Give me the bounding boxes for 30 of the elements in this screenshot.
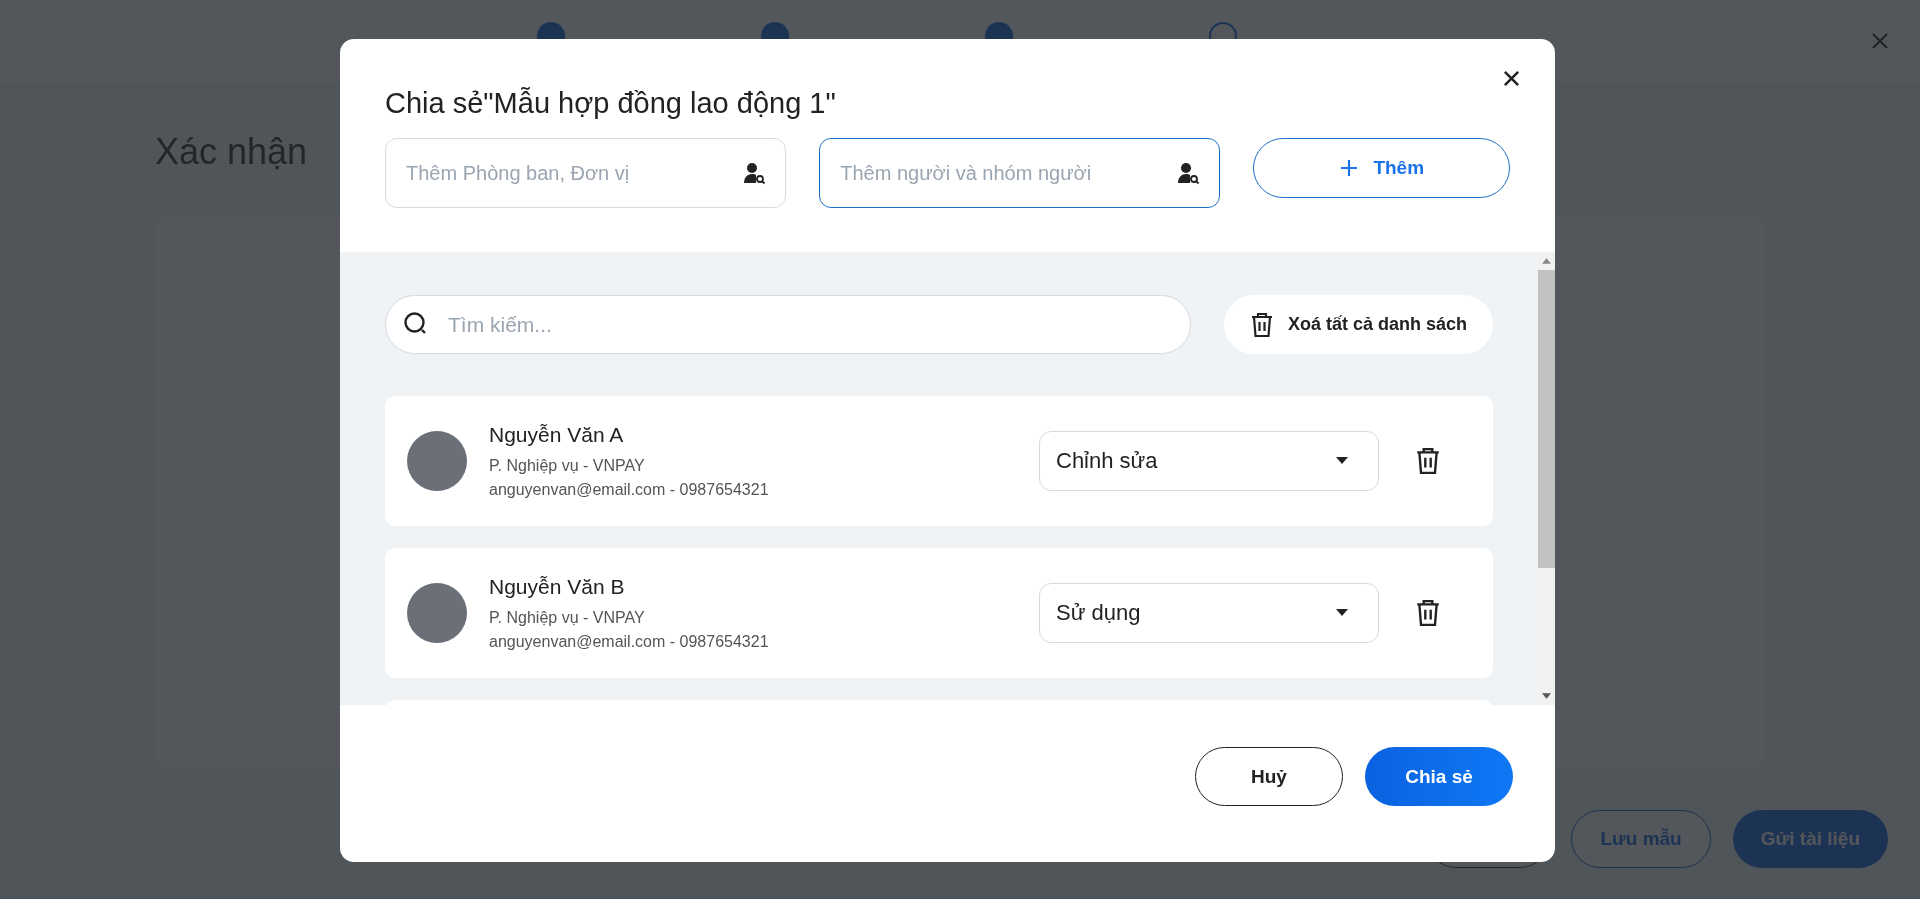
permission-dropdown[interactable]: Chỉnh sửa bbox=[1039, 431, 1379, 491]
member-name: Nguyễn Văn B bbox=[489, 575, 626, 599]
scrollbar[interactable] bbox=[1538, 252, 1555, 705]
member-department: P. Nghiệp vụ - VNPAY bbox=[489, 457, 646, 475]
search-field[interactable]: Tìm kiếm... bbox=[385, 295, 1191, 354]
avatar-photo-placeholder bbox=[407, 431, 467, 491]
user-search-icon bbox=[1176, 161, 1201, 185]
member-contact: anguyenvan@email.com - 0987654321 bbox=[489, 481, 770, 499]
caret-icon bbox=[1336, 609, 1348, 617]
trash-icon[interactable] bbox=[1415, 447, 1441, 475]
scroll-down-icon[interactable] bbox=[1542, 693, 1551, 699]
plus-icon bbox=[1339, 158, 1360, 178]
member-contact: anguyenvan@email.com - 0987654321 bbox=[489, 633, 770, 651]
scroll-up-icon[interactable] bbox=[1542, 258, 1551, 264]
permission-dropdown[interactable]: Sử dụng bbox=[1039, 583, 1379, 643]
member-department: P. Nghiệp vụ - VNPAY bbox=[489, 609, 646, 627]
close-icon[interactable] bbox=[1502, 69, 1521, 88]
cancel-button[interactable]: Huỷ bbox=[1195, 747, 1343, 806]
trash-icon bbox=[1249, 311, 1274, 338]
search-people-field[interactable]: Thêm người và nhóm người bbox=[819, 138, 1221, 208]
add-button[interactable]: Thêm bbox=[1253, 138, 1510, 198]
dialog-title: Chia sẻ"Mẫu hợp đồng lao động 1" bbox=[385, 87, 836, 120]
avatar-photo-placeholder bbox=[407, 583, 467, 643]
share-button[interactable]: Chia sẻ bbox=[1365, 747, 1513, 806]
scrollbar-thumb[interactable] bbox=[1538, 270, 1555, 568]
user-search-icon bbox=[742, 161, 767, 185]
clear-all-button[interactable]: Xoá tất cả danh sách bbox=[1223, 295, 1493, 354]
trash-icon[interactable] bbox=[1415, 599, 1441, 627]
member-name: Nguyễn Văn A bbox=[489, 423, 625, 447]
caret-icon bbox=[1336, 457, 1348, 465]
